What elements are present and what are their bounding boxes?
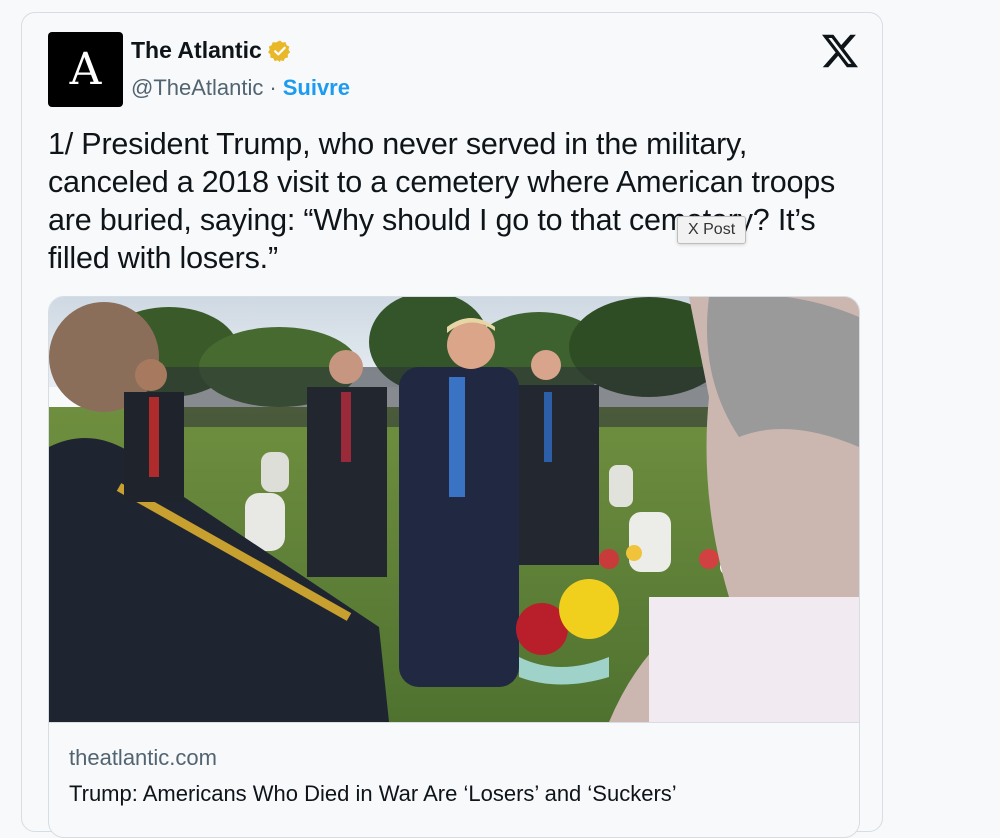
author-name-row: The Atlantic [131, 37, 292, 64]
avatar-letter: A [69, 44, 102, 95]
tooltip: X Post [677, 216, 747, 244]
x-logo-icon[interactable] [822, 33, 858, 69]
link-headline[interactable]: Trump: Americans Who Died in War Are ‘Lo… [69, 781, 677, 807]
separator-dot: · [269, 75, 277, 100]
author-handle-row: @TheAtlantic · Suivre [131, 75, 350, 101]
tweet-text: 1/ President Trump, who never served in … [48, 127, 836, 275]
link-preview-card[interactable]: theatlantic.com Trump: Americans Who Die… [48, 296, 860, 838]
link-domain: theatlantic.com [69, 745, 217, 770]
follow-button[interactable]: Suivre [283, 75, 350, 101]
embedded-tweet-card[interactable]: A The Atlantic @TheAtlantic · Suivre 1/ … [21, 12, 883, 838]
link-info[interactable]: theatlantic.com Trump: Americans Who Die… [49, 722, 859, 837]
page-background [883, 0, 1000, 814]
author-handle[interactable]: @TheAtlantic [131, 75, 263, 101]
author-display-name[interactable]: The Atlantic [131, 37, 262, 64]
article-photo[interactable] [49, 297, 859, 722]
avatar[interactable]: A [48, 32, 123, 107]
verified-badge-icon [267, 40, 290, 62]
